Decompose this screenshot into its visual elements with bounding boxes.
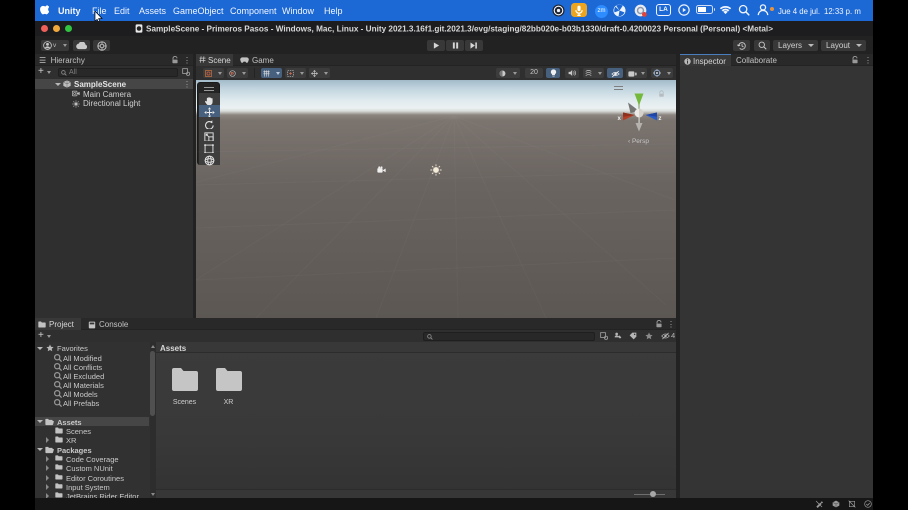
svg-text:z: z — [659, 116, 662, 122]
svg-text:x: x — [618, 116, 622, 122]
